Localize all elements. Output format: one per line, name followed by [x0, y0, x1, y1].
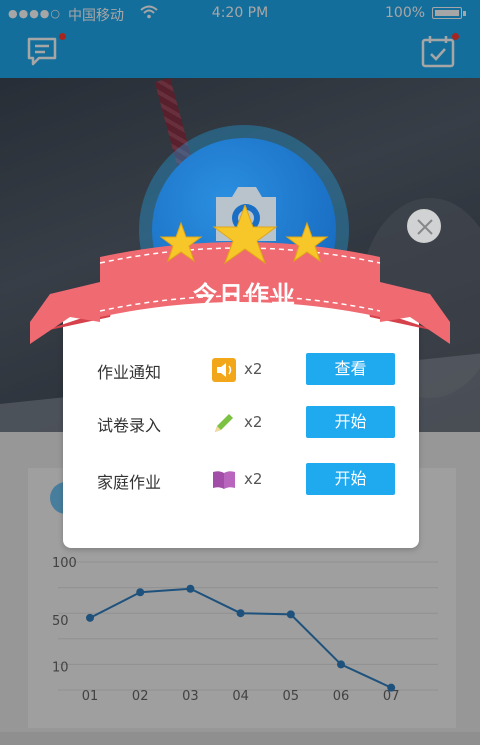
book-icon [211, 467, 237, 493]
item-count: x2 [244, 470, 263, 488]
item-count: x2 [244, 360, 263, 378]
item-label: 试卷录入 [97, 416, 162, 435]
start-button[interactable]: 开始 [306, 463, 395, 495]
item-count: x2 [244, 413, 263, 431]
item-label: 家庭作业 [97, 473, 162, 492]
rating-stars [159, 205, 329, 265]
star-icon [285, 221, 329, 263]
list-item: 家庭作业 x2 开始 [63, 463, 419, 497]
list-item: 试卷录入 x2 开始 [63, 406, 419, 440]
star-icon [159, 221, 203, 263]
modal-title: 今日作业 [193, 281, 297, 309]
pencil-icon [211, 410, 237, 436]
item-label: 作业通知 [97, 363, 162, 382]
start-button[interactable]: 开始 [306, 406, 395, 438]
star-icon [212, 205, 278, 265]
